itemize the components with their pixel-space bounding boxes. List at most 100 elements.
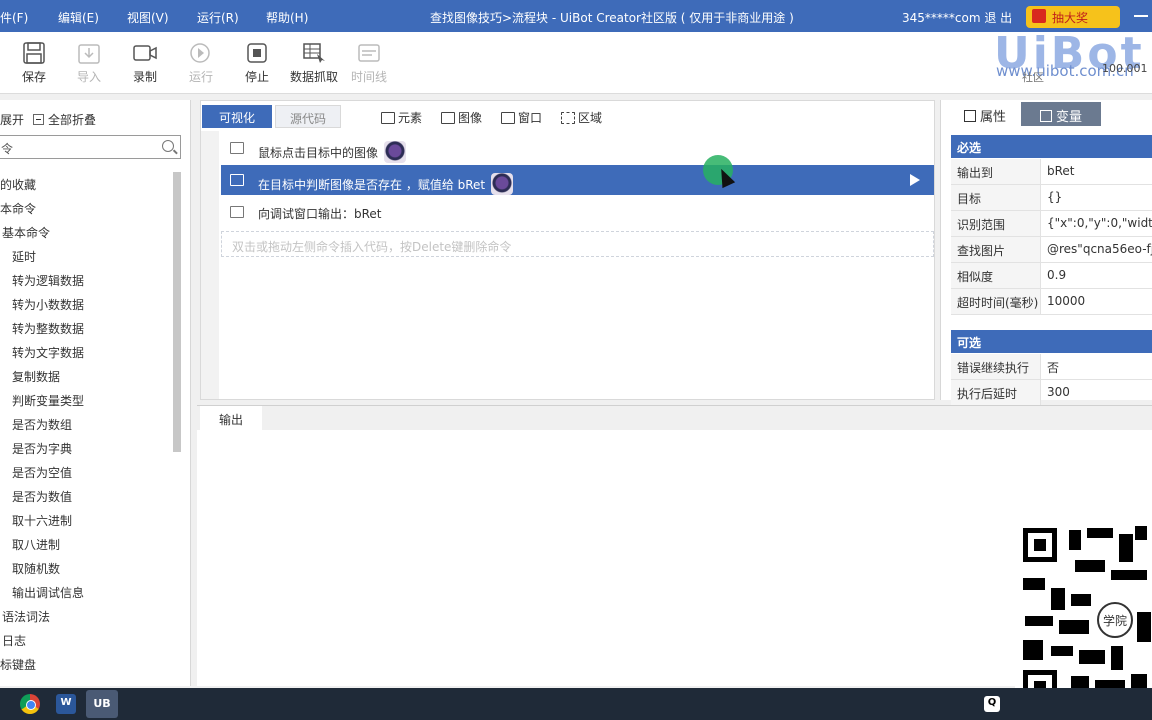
tree-item[interactable]: 判断变量类型 [12,392,84,409]
record-label: 录制 [132,70,157,84]
search-icon[interactable] [162,140,174,152]
timeline-button[interactable]: 时间线 [344,42,394,85]
stop-label: 停止 [244,70,269,84]
prop-row-timeout[interactable]: 超时时间(毫秒) 10000 [951,289,1152,315]
tree-item[interactable]: 取十六进制 [12,512,72,529]
tree-item[interactable]: 是否为字典 [12,440,72,457]
insert-hint-area[interactable]: 双击或拖动左侧命令插入代码，按Delete键删除命令 [221,231,934,257]
tab-variables[interactable]: 变量 [1021,102,1101,126]
prop-value[interactable]: {} [1047,190,1152,204]
tree-item[interactable]: 语法词法 [2,608,50,625]
prop-value[interactable]: {"x":0,"y":0,"width" [1047,216,1152,230]
qr-module [1071,594,1091,606]
menu-view[interactable]: 视图(V) [127,9,169,26]
tab-visual[interactable]: 可视化 [202,105,272,128]
tree-item[interactable]: 是否为数组 [12,416,72,433]
collapse-icon [33,114,44,125]
window-tool-button[interactable]: 窗口 [501,109,542,126]
tree-item[interactable]: 转为整数数据 [12,320,84,337]
tree-item[interactable]: 日志 [2,632,26,649]
tree-item[interactable]: 是否为数值 [12,488,72,505]
qr-finder [1023,528,1057,562]
tab-variables-label: 变量 [1055,110,1082,125]
element-tool-button[interactable]: 元素 [381,109,422,126]
tree-item[interactable]: 取随机数 [12,560,60,577]
tree-item[interactable]: 延时 [12,248,36,265]
tab-output[interactable]: 输出 [200,406,262,430]
region-tool-button[interactable]: 区域 [561,109,602,126]
editor-gutter [201,131,219,399]
required-section-header[interactable]: 必选 [951,135,1152,158]
minimize-icon[interactable] [1134,15,1148,17]
prop-row-continue-on-error[interactable]: 错误继续执行否 [951,354,1152,380]
properties-icon [963,110,976,122]
command-search-input[interactable]: 令 [0,135,181,159]
search-taskbar-icon[interactable]: Q [984,696,1000,712]
menu-run[interactable]: 运行(R) [197,9,239,26]
data-scrape-button[interactable]: 数据抓取 [286,42,342,85]
command-row[interactable]: 向调试窗口输出：bRet [221,197,934,227]
command-row-selected[interactable]: 在目标中判断图像是否存在 ，赋值给 bRet [221,165,934,195]
prize-label: 抽大奖 [1052,11,1089,25]
data-scrape-label: 数据抓取 [289,70,338,84]
tree-item[interactable]: 本命令 [0,200,36,217]
menu-help[interactable]: 帮助(H) [266,9,308,26]
stop-button[interactable]: 停止 [232,42,282,85]
tree-item[interactable]: 基本命令 [2,224,50,241]
prop-row-target[interactable]: 目标 {} [951,185,1152,211]
record-button[interactable]: 录制 [120,42,170,85]
insert-hint-text: 双击或拖动左侧命令插入代码，按Delete键删除命令 [232,240,512,254]
prop-value[interactable]: 300 [1047,385,1152,399]
tree-scrollbar[interactable] [173,172,181,452]
image-tool-button[interactable]: 图像 [441,109,482,126]
tab-source[interactable]: 源代码 [275,105,341,128]
qr-module [1025,616,1053,626]
word-icon[interactable]: W [56,694,76,714]
tree-item[interactable]: 标键盘 [0,656,36,673]
prop-value[interactable]: @res"qcna56eo-fjj [1047,242,1152,256]
play-icon[interactable] [910,174,920,186]
tree-item[interactable]: 取八进制 [12,536,60,553]
image-thumbnail[interactable] [384,141,407,163]
tree-item[interactable]: 转为小数数据 [12,296,84,313]
user-account[interactable]: 345*****com 退 出 [902,9,1012,26]
prop-value[interactable]: 0.9 [1047,268,1152,282]
command-panel: 展开 全部折叠 令 的收藏本命令基本命令延时转为逻辑数据 转为小数数据 转为整数数据… [0,100,191,686]
console-command-icon [230,206,244,218]
image-thumbnail[interactable] [491,173,514,195]
prop-value[interactable]: 10000 [1047,294,1152,308]
qr-module [1051,588,1065,610]
prop-key: 相似度 [951,263,1041,288]
window-title: 查找图像技巧>流程块 - UiBot Creator社区版 ( 仅用于非商业用途… [430,11,794,25]
menu-edit[interactable]: 编辑(E) [58,9,99,26]
qr-badge: 学院 [1097,602,1133,638]
collapse-all-button[interactable]: 全部折叠 [33,111,96,128]
tree-item[interactable]: 输出调试信息 [12,584,84,601]
prop-row-delay-after[interactable]: 执行后延时 300 [951,380,1152,406]
optional-section-header[interactable]: 可选 [951,330,1152,353]
tree-item[interactable]: 的收藏 [0,176,36,193]
prop-value[interactable]: 否 [1047,359,1152,376]
tab-properties[interactable]: 属性 [955,102,1015,126]
prop-key: 执行后延时 [951,380,1041,405]
expand-all-button[interactable]: 展开 [0,111,24,128]
uibot-taskbar-icon[interactable]: UB [86,690,118,718]
command-row[interactable]: 鼠标点击目标中的图像 [221,133,934,163]
prop-row-similarity[interactable]: 相似度 0.9 [951,263,1152,289]
import-button[interactable]: 导入 [64,42,114,85]
save-button[interactable]: 保存 [9,42,59,85]
gift-icon [1032,9,1046,23]
run-button[interactable]: 运行 [176,42,226,85]
tree-item[interactable]: 转为文字数据 [12,344,84,361]
prize-button[interactable]: 抽大奖 [1026,6,1120,28]
prop-value[interactable]: bRet [1047,164,1152,178]
tree-item[interactable]: 是否为空值 [12,464,72,481]
tree-item[interactable]: 复制数据 [12,368,60,385]
prop-row-range[interactable]: 识别范围 {"x":0,"y":0,"width" [951,211,1152,237]
prop-row-image[interactable]: 查找图片 @res"qcna56eo-fjj [951,237,1152,263]
menu-file[interactable]: 件(F) [0,9,28,26]
prop-row-output[interactable]: 输出到 bRet [951,159,1152,185]
tree-item[interactable]: 转为逻辑数据 [12,272,84,289]
chrome-icon[interactable] [20,694,40,714]
image-tool-label: 图像 [458,111,483,125]
